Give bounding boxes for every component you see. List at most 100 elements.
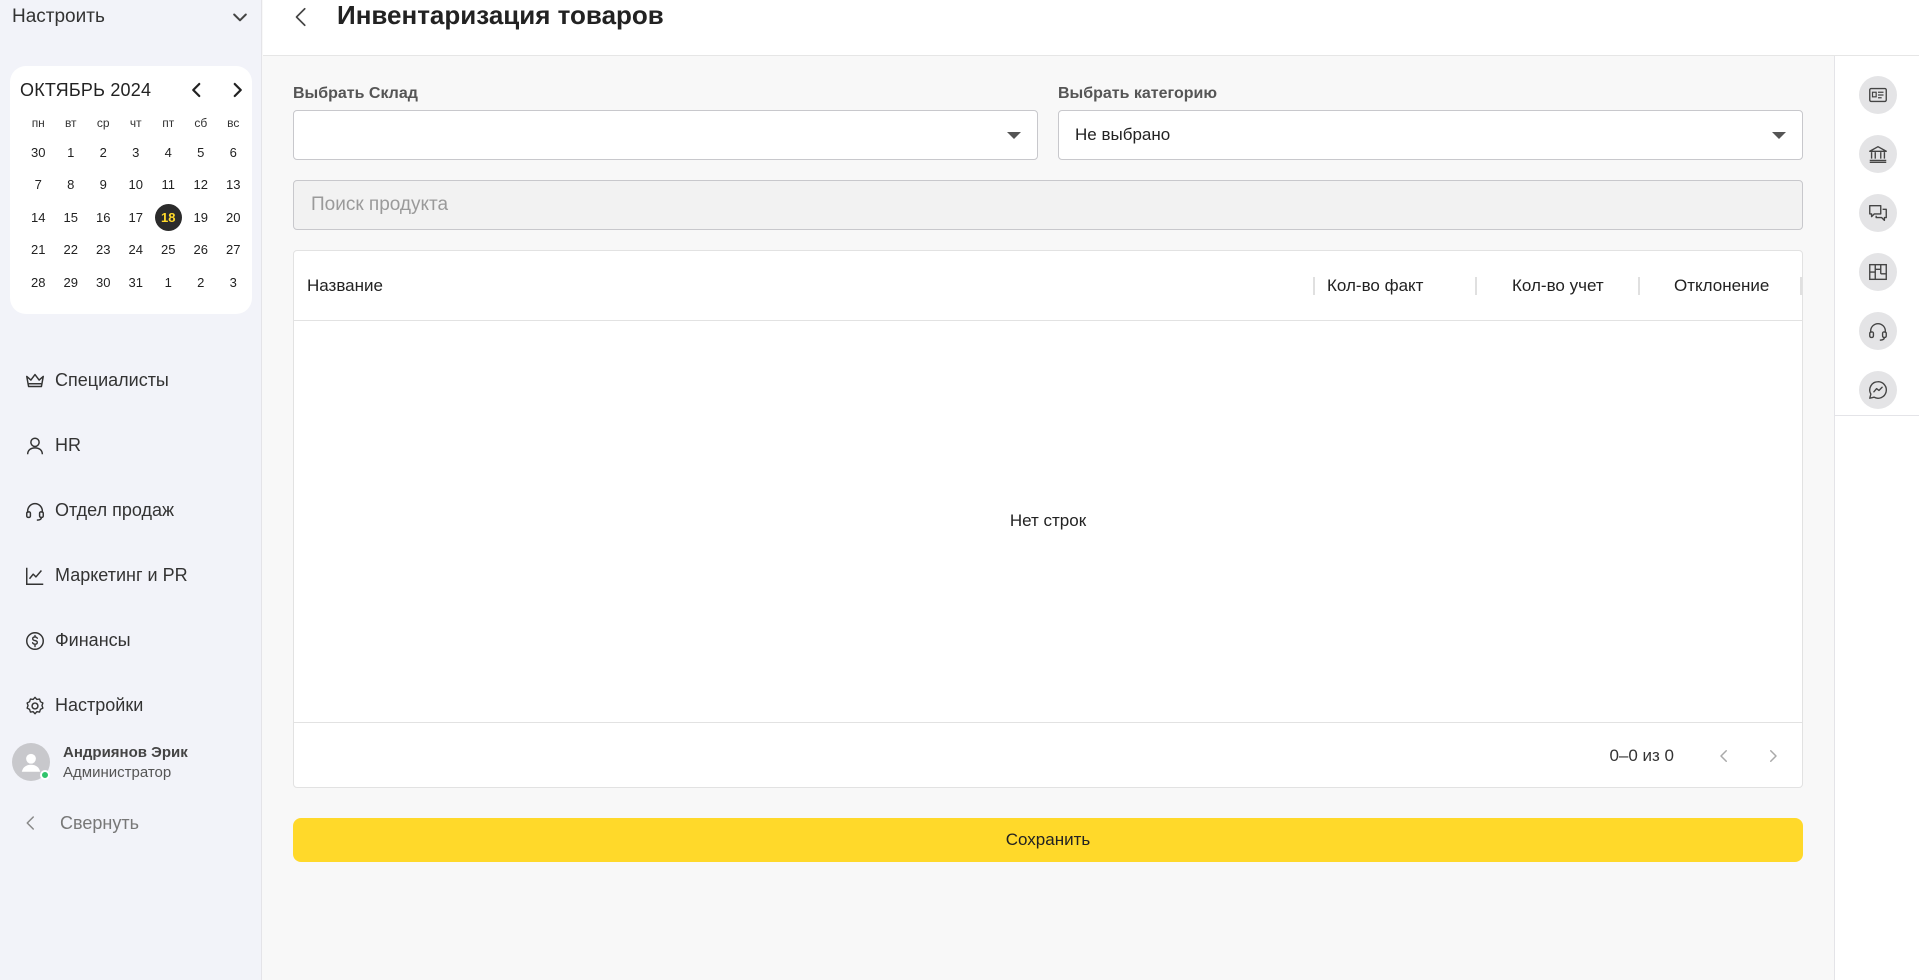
- sidebar-item-sales[interactable]: Отдел продаж: [24, 478, 244, 543]
- category-label: Выбрать категорию: [1058, 85, 1218, 102]
- kanban-icon: [1869, 263, 1887, 281]
- calendar-weekday: пт: [162, 116, 175, 130]
- calendar-day-label: 2: [197, 274, 205, 290]
- category-select[interactable]: Не выбрано: [1058, 110, 1803, 160]
- rail-id-card-button[interactable]: [1859, 76, 1897, 114]
- calendar-day[interactable]: 22: [55, 234, 88, 267]
- calendar-day[interactable]: 4: [152, 136, 185, 169]
- calendar-day[interactable]: 20: [217, 201, 250, 234]
- calendar-day[interactable]: 14: [22, 201, 55, 234]
- calendar-day[interactable]: 1: [152, 266, 185, 299]
- calendar-day[interactable]: 5: [185, 136, 218, 169]
- chart-line-icon: [26, 567, 44, 585]
- calendar-day[interactable]: 17: [120, 201, 153, 234]
- calendar-day-label: 1: [164, 274, 172, 290]
- calendar-day-label: 31: [128, 274, 143, 290]
- headset-icon: [1869, 323, 1887, 341]
- calendar-day-label: 7: [34, 177, 42, 193]
- calendar-grid: пн вт ср чт пт сб вс 30 1 2 3 4 5 6 7 8 9 10 11 12 13 14 15 16 1…: [22, 110, 250, 299]
- calendar-day[interactable]: 3: [217, 266, 250, 299]
- next-page-button[interactable]: [1761, 744, 1785, 768]
- page-title: Инвентаризация товаров: [337, 0, 664, 30]
- calendar-day[interactable]: 16: [87, 201, 120, 234]
- sidebar-item-label: Настройки: [55, 695, 144, 715]
- calendar-day[interactable]: 26: [185, 234, 218, 267]
- calendar-day[interactable]: 10: [120, 169, 153, 202]
- product-search-input[interactable]: [293, 180, 1803, 230]
- column-header-actual-qty[interactable]: Кол-во факт: [1327, 251, 1423, 321]
- calendar-day-label: 17: [128, 209, 143, 225]
- rail-messenger-button[interactable]: [1859, 371, 1897, 409]
- back-button[interactable]: [287, 2, 317, 32]
- calendar-day-label: 18: [154, 203, 182, 231]
- calendar-day-label: 10: [128, 177, 143, 193]
- column-header-recorded-qty[interactable]: Кол-во учет: [1512, 251, 1604, 321]
- calendar-day[interactable]: 12: [185, 169, 218, 202]
- rail-support-button[interactable]: [1859, 312, 1897, 350]
- calendar-day[interactable]: 21: [22, 234, 55, 267]
- calendar-day[interactable]: 30: [22, 136, 55, 169]
- sidebar-item-marketing[interactable]: Маркетинг и PR: [24, 543, 244, 608]
- calendar-day[interactable]: 15: [55, 201, 88, 234]
- column-separator[interactable]: [1475, 277, 1477, 295]
- calendar-day[interactable]: 8: [55, 169, 88, 202]
- calendar-day[interactable]: 18: [152, 201, 185, 234]
- column-header-name[interactable]: Название: [307, 251, 383, 321]
- calendar-day[interactable]: 23: [87, 234, 120, 267]
- rail-chat-button[interactable]: [1859, 194, 1897, 232]
- save-button[interactable]: Сохранить: [293, 818, 1803, 862]
- calendar-day[interactable]: 19: [185, 201, 218, 234]
- calendar-title: ОКТЯБРЬ 2024: [20, 79, 152, 100]
- calendar-day[interactable]: 28: [22, 266, 55, 299]
- calendar-day[interactable]: 11: [152, 169, 185, 202]
- calendar-weekday: сб: [194, 116, 208, 130]
- rail-bank-button[interactable]: [1859, 135, 1897, 173]
- calendar-day-label: 11: [161, 177, 176, 193]
- sidebar-item-finance[interactable]: Финансы: [24, 608, 244, 673]
- column-header-deviation[interactable]: Отклонение: [1674, 251, 1769, 321]
- calendar-day[interactable]: 9: [87, 169, 120, 202]
- sidebar-item-settings[interactable]: Настройки: [24, 673, 244, 738]
- calendar-day-label: 16: [96, 209, 111, 225]
- calendar-day[interactable]: 1: [55, 136, 88, 169]
- calendar-day-label: 14: [31, 209, 46, 225]
- column-separator[interactable]: [1313, 277, 1315, 295]
- calendar-day[interactable]: 24: [120, 234, 153, 267]
- calendar-day[interactable]: 27: [217, 234, 250, 267]
- rail-divider: [1835, 415, 1919, 416]
- caret-down-icon: [1007, 132, 1021, 139]
- calendar-day-label: 22: [63, 242, 78, 258]
- calendar-day[interactable]: 31: [120, 266, 153, 299]
- column-separator[interactable]: [1638, 277, 1640, 295]
- calendar-day[interactable]: 13: [217, 169, 250, 202]
- calendar-day[interactable]: 30: [87, 266, 120, 299]
- setup-dropdown[interactable]: Настроить: [12, 4, 250, 30]
- calendar-day-label: 4: [164, 144, 172, 160]
- calendar-day[interactable]: 2: [185, 266, 218, 299]
- warehouse-select[interactable]: [293, 110, 1038, 160]
- user-role: Администратор: [63, 763, 172, 781]
- calendar-day[interactable]: 3: [120, 136, 153, 169]
- calendar-day[interactable]: 25: [152, 234, 185, 267]
- table-pagination: 0–0 из 0: [294, 722, 1802, 788]
- sidebar-item-specialists[interactable]: Специалисты: [24, 348, 244, 413]
- calendar-day[interactable]: 2: [87, 136, 120, 169]
- user-profile[interactable]: Андриянов Эрик Администратор: [12, 740, 252, 784]
- calendar-day[interactable]: 29: [55, 266, 88, 299]
- calendar-day-label: 20: [226, 209, 241, 225]
- calendar-day[interactable]: 6: [217, 136, 250, 169]
- rail-kanban-button[interactable]: [1859, 253, 1897, 291]
- sidebar-item-label: HR: [55, 435, 81, 455]
- calendar-next-button[interactable]: [225, 78, 249, 102]
- calendar-day-label: 8: [67, 177, 75, 193]
- prev-page-button[interactable]: [1712, 744, 1736, 768]
- calendar-prev-button[interactable]: [185, 78, 209, 102]
- category-value: Не выбрано: [1075, 125, 1171, 144]
- collapse-sidebar-button[interactable]: Свернуть: [22, 808, 139, 838]
- chevron-left-icon: [295, 7, 306, 27]
- column-separator[interactable]: [1800, 277, 1802, 295]
- sidebar-item-hr[interactable]: HR: [24, 413, 244, 478]
- calendar-day[interactable]: 7: [22, 169, 55, 202]
- calendar-day-label: 12: [193, 177, 208, 193]
- calendar-day-label: 27: [226, 242, 241, 258]
